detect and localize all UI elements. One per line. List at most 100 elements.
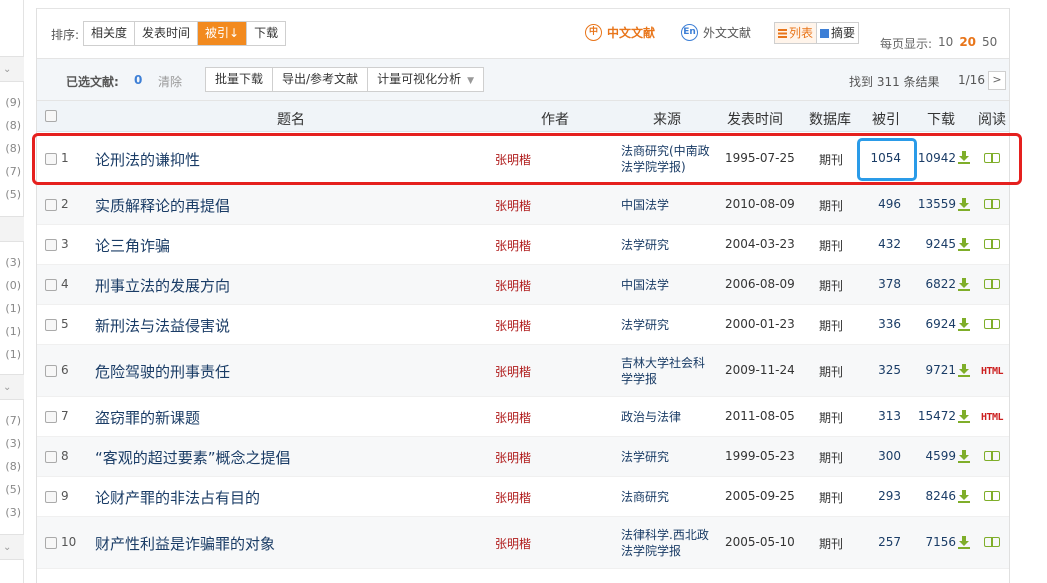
source-link[interactable]: 法学研究 — [621, 237, 713, 253]
cited-count-link[interactable]: 300 — [859, 449, 901, 463]
author-link[interactable]: 张明楷 — [495, 277, 531, 294]
cited-count-link[interactable]: 378 — [859, 277, 901, 291]
download-icon[interactable] — [958, 197, 970, 211]
next-page-button[interactable]: > — [988, 71, 1006, 90]
author-link[interactable]: 张明楷 — [495, 489, 531, 506]
article-title-link[interactable]: 刑事立法的发展方向 — [95, 275, 230, 296]
row-checkbox[interactable] — [45, 239, 57, 251]
read-online-link[interactable] — [977, 238, 1007, 253]
article-title-link[interactable]: “客观的超过要素”概念之提倡 — [95, 447, 291, 468]
article-title-link[interactable]: 论财产罪的非法占有目的 — [95, 487, 260, 508]
batch-download-button[interactable]: 批量下载 — [206, 68, 274, 91]
row-checkbox[interactable] — [45, 491, 57, 503]
cited-count-link[interactable]: 496 — [859, 197, 901, 211]
sort-cited-label: 被引 — [205, 26, 230, 40]
per-page-option-50[interactable]: 50 — [982, 35, 997, 52]
row-checkbox[interactable] — [45, 279, 57, 291]
author-link[interactable]: 张明楷 — [495, 363, 531, 380]
author-link[interactable]: 张明楷 — [495, 151, 531, 168]
cited-count-link[interactable]: 293 — [859, 489, 901, 503]
source-link[interactable]: 法商研究(中南政法学院学报) — [621, 143, 713, 175]
source-link[interactable]: 中国法学 — [621, 277, 713, 293]
source-link[interactable]: 吉林大学社会科学学报 — [621, 355, 713, 387]
download-icon[interactable] — [958, 363, 970, 377]
row-checkbox[interactable] — [45, 537, 57, 549]
read-online-link[interactable] — [977, 278, 1007, 293]
source-link[interactable]: 政治与法律 — [621, 409, 713, 425]
author-link[interactable]: 张明楷 — [495, 449, 531, 466]
sidebar-section-header[interactable]: ⌄ — [0, 56, 24, 82]
author-link[interactable]: 张明楷 — [495, 237, 531, 254]
read-online-link[interactable] — [977, 152, 1007, 167]
sort-relevance-button[interactable]: 相关度 — [84, 22, 136, 45]
article-title-link[interactable]: 危险驾驶的刑事责任 — [95, 361, 230, 382]
per-page-option-20[interactable]: 20 — [959, 35, 976, 52]
row-checkbox[interactable] — [45, 319, 57, 331]
per-page-option-10[interactable]: 10 — [938, 35, 953, 52]
visual-analysis-dropdown[interactable]: 计量可视化分析 ▼ — [368, 68, 483, 91]
row-checkbox[interactable] — [45, 451, 57, 463]
article-title-link[interactable]: 财产性利益是诈骗罪的对象 — [95, 533, 275, 554]
download-cell: 6924 — [910, 317, 970, 331]
sidebar-section-header[interactable]: ⌄ — [0, 374, 24, 400]
source-link[interactable]: 法学研究 — [621, 317, 713, 333]
list-view-button[interactable]: 列表 — [775, 23, 818, 43]
row-checkbox[interactable] — [45, 411, 57, 423]
read-html-link[interactable]: HTML — [977, 363, 1007, 377]
sidebar-count: (8) — [5, 142, 21, 155]
clear-selection-link[interactable]: 清除 — [158, 73, 182, 90]
cited-count-link[interactable]: 257 — [859, 535, 901, 549]
read-html-link[interactable]: HTML — [977, 409, 1007, 423]
cited-count-link[interactable]: 313 — [859, 409, 901, 423]
download-icon[interactable] — [958, 317, 970, 331]
cited-count-link[interactable]: 325 — [859, 363, 901, 377]
read-online-link[interactable] — [977, 490, 1007, 505]
foreign-literature-tab[interactable]: En 外文文献 — [681, 24, 751, 41]
download-cell: 4599 — [910, 449, 970, 463]
article-title-link[interactable]: 新刑法与法益侵害说 — [95, 315, 230, 336]
download-icon[interactable] — [958, 277, 970, 291]
list-icon — [778, 28, 787, 38]
chevron-down-icon[interactable]: ⌄ — [3, 382, 11, 393]
sidebar-section-header[interactable]: ⌄ — [0, 534, 24, 560]
source-link[interactable]: 法学研究 — [621, 449, 713, 465]
sort-downloads-button[interactable]: 下载 — [247, 22, 286, 45]
source-link[interactable]: 中国法学 — [621, 197, 713, 213]
chevron-down-icon[interactable]: ⌄ — [3, 64, 11, 75]
export-references-button[interactable]: 导出/参考文献 — [273, 68, 369, 91]
download-icon[interactable] — [958, 535, 970, 549]
author-link[interactable]: 张明楷 — [495, 409, 531, 426]
chevron-down-icon[interactable]: ⌄ — [3, 542, 11, 553]
row-checkbox[interactable] — [45, 199, 57, 211]
select-all-checkbox[interactable] — [45, 110, 57, 122]
article-title-link[interactable]: 盗窃罪的新课题 — [95, 407, 200, 428]
sidebar-count: (3) — [5, 437, 21, 450]
download-icon[interactable] — [958, 409, 970, 423]
cited-count-link[interactable]: 432 — [859, 237, 901, 251]
cited-count-link[interactable]: 1054 — [859, 151, 901, 165]
read-online-link[interactable] — [977, 318, 1007, 333]
sort-date-button[interactable]: 发表时间 — [135, 22, 199, 45]
download-icon[interactable] — [958, 151, 970, 164]
article-title-link[interactable]: 论刑法的谦抑性 — [95, 149, 200, 170]
row-checkbox[interactable] — [45, 365, 57, 377]
author-link[interactable]: 张明楷 — [495, 535, 531, 552]
source-link[interactable]: 法商研究 — [621, 489, 713, 505]
author-link[interactable]: 张明楷 — [495, 197, 531, 214]
article-title-link[interactable]: 论三角诈骗 — [95, 235, 170, 256]
row-checkbox[interactable] — [45, 152, 57, 165]
source-link[interactable]: 法律科学.西北政法学院学报 — [621, 527, 713, 559]
read-online-link[interactable] — [977, 450, 1007, 465]
article-title-link[interactable]: 实质解释论的再提倡 — [95, 195, 230, 216]
sort-cited-button[interactable]: 被引↓ — [198, 22, 248, 45]
sidebar-section-header[interactable] — [0, 216, 24, 242]
download-icon[interactable] — [958, 237, 970, 251]
download-icon[interactable] — [958, 449, 970, 463]
author-link[interactable]: 张明楷 — [495, 317, 531, 334]
download-icon[interactable] — [958, 489, 970, 503]
read-online-link[interactable] — [977, 536, 1007, 551]
abstract-view-button[interactable]: 摘要 — [817, 23, 858, 43]
chinese-literature-tab[interactable]: 中 中文文献 — [585, 24, 655, 41]
read-online-link[interactable] — [977, 198, 1007, 213]
cited-count-link[interactable]: 336 — [859, 317, 901, 331]
